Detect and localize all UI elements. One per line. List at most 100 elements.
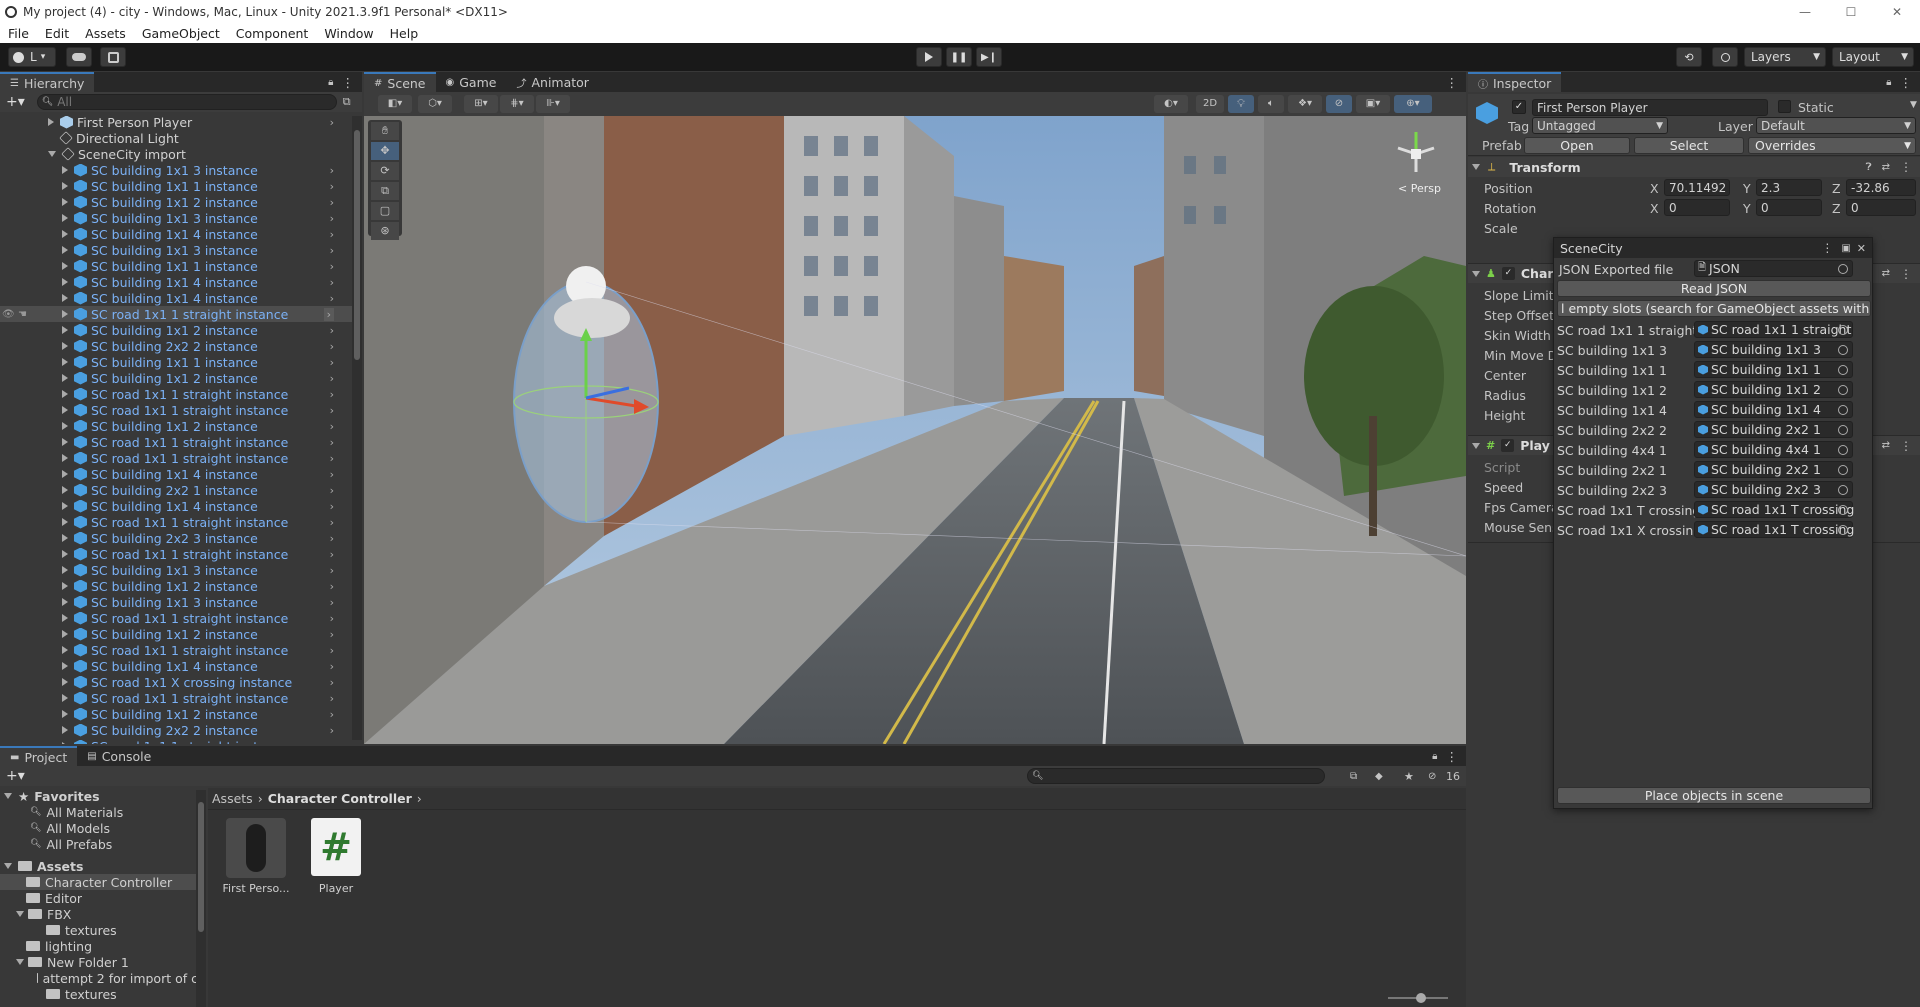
- mapping-object-field[interactable]: SC building 1x1 4: [1694, 401, 1853, 418]
- collab-button[interactable]: [100, 47, 126, 67]
- chevron-right-icon[interactable]: ›: [330, 452, 334, 465]
- chevron-right-icon[interactable]: ›: [330, 580, 334, 593]
- foldout-icon[interactable]: [62, 246, 68, 254]
- foldout-icon[interactable]: [62, 710, 68, 718]
- hand-tool-button[interactable]: ✋︎: [371, 122, 399, 140]
- chevron-right-icon[interactable]: ›: [330, 532, 334, 545]
- enabled-checkbox[interactable]: ✓: [1501, 267, 1515, 280]
- search-button[interactable]: [1712, 47, 1738, 67]
- object-picker-icon[interactable]: [1838, 263, 1848, 274]
- search-by-type-icon[interactable]: ⧉: [1350, 771, 1357, 782]
- hierarchy-item[interactable]: SC road 1x1 1 straight instance ›: [0, 610, 352, 626]
- hierarchy-item[interactable]: SC road 1x1 1 straight instance ›: [0, 738, 352, 744]
- hierarchy-item[interactable]: SC road 1x1 1 straight instance ›: [0, 386, 352, 402]
- hierarchy-item[interactable]: SC building 1x1 3 instance ›: [0, 594, 352, 610]
- mapping-object-field[interactable]: SC building 4x4 1: [1694, 441, 1853, 458]
- hierarchy-item[interactable]: SC building 1x1 2 instance ›: [0, 578, 352, 594]
- asset-folder-row[interactable]: textures: [0, 922, 198, 938]
- chevron-right-icon[interactable]: ›: [330, 276, 334, 289]
- hierarchy-item[interactable]: SC building 1x1 4 instance ›: [0, 498, 352, 514]
- hierarchy-item[interactable]: SceneCity import: [0, 146, 352, 162]
- hierarchy-item[interactable]: SC building 1x1 3 instance ›: [0, 242, 352, 258]
- object-picker-icon[interactable]: [1838, 364, 1848, 375]
- fill-empty-slots-button[interactable]: l empty slots (search for GameObject ass…: [1557, 300, 1871, 317]
- object-picker-icon[interactable]: [1838, 484, 1848, 495]
- help-icon[interactable]: ❓︎: [1866, 162, 1872, 173]
- chevron-right-icon[interactable]: ›: [330, 740, 334, 745]
- hierarchy-item[interactable]: SC building 1x1 3 instance ›: [0, 210, 352, 226]
- lighting-toggle[interactable]: 💡︎: [1228, 95, 1254, 113]
- foldout-icon[interactable]: [62, 614, 68, 622]
- read-json-button[interactable]: Read JSON: [1557, 280, 1871, 297]
- chevron-right-icon[interactable]: ›: [330, 468, 334, 481]
- mapping-object-field[interactable]: SC building 2x2 1: [1694, 461, 1853, 478]
- mapping-object-field[interactable]: SC building 1x1 1: [1694, 361, 1853, 378]
- chevron-right-icon[interactable]: ›: [330, 180, 334, 193]
- hierarchy-item[interactable]: SC road 1x1 1 straight instance ›: [0, 514, 352, 530]
- mapping-object-field[interactable]: SC road 1x1 T crossing: [1694, 521, 1854, 538]
- favorites-item[interactable]: 🔍︎ All Materials: [0, 804, 198, 820]
- object-picker-icon[interactable]: [1838, 444, 1848, 455]
- foldout-icon[interactable]: [62, 374, 68, 382]
- object-picker-icon[interactable]: [1838, 464, 1848, 475]
- foldout-icon[interactable]: [62, 646, 68, 654]
- chevron-right-icon[interactable]: ›: [330, 548, 334, 561]
- rotate-tool-button[interactable]: ⟳: [371, 162, 399, 180]
- hierarchy-item[interactable]: SC building 1x1 1 instance ›: [0, 354, 352, 370]
- hierarchy-item[interactable]: SC building 1x1 2 instance ›: [0, 370, 352, 386]
- maximize-icon[interactable]: ▣: [1841, 243, 1850, 254]
- favorites-item[interactable]: 🔍︎ All Prefabs: [0, 836, 198, 852]
- favorite-icon[interactable]: ★: [1404, 770, 1414, 783]
- foldout-icon[interactable]: [62, 502, 68, 510]
- foldout-icon[interactable]: [62, 678, 68, 686]
- asset-folder-row[interactable]: lighting: [0, 938, 198, 954]
- favorites-row[interactable]: ★ Favorites: [0, 788, 198, 804]
- chevron-right-icon[interactable]: ›: [330, 692, 334, 705]
- foldout-icon[interactable]: [62, 726, 68, 734]
- visibility-icon[interactable]: 👁︎: [2, 309, 15, 320]
- camera-dropdown[interactable]: ▣▾: [1356, 95, 1390, 113]
- hierarchy-item[interactable]: SC building 2x2 2 instance ›: [0, 722, 352, 738]
- hierarchy-item[interactable]: SC building 1x1 3 instance ›: [0, 162, 352, 178]
- grid-dropdown[interactable]: ⋕▾: [500, 95, 534, 113]
- object-picker-icon[interactable]: [1838, 504, 1848, 515]
- object-picker-icon[interactable]: [1838, 324, 1848, 335]
- more-options-icon[interactable]: ⋮: [1900, 160, 1912, 174]
- foldout-icon[interactable]: [62, 342, 68, 350]
- hierarchy-item[interactable]: SC building 2x2 1 instance ›: [0, 482, 352, 498]
- presets-icon[interactable]: ⇄: [1882, 268, 1890, 279]
- asset-first-person[interactable]: First Perso...: [220, 818, 292, 895]
- tab-console[interactable]: ▤ Console: [77, 746, 161, 766]
- more-options-icon[interactable]: ⋮: [1446, 75, 1459, 90]
- foldout-icon[interactable]: [62, 198, 68, 206]
- add-button[interactable]: +▾: [6, 768, 25, 784]
- asset-folder-row[interactable]: textures: [0, 986, 198, 1002]
- hierarchy-search[interactable]: 🔍︎ All: [36, 94, 337, 110]
- hierarchy-item[interactable]: SC building 1x1 2 instance ›: [0, 706, 352, 722]
- increment-dropdown[interactable]: ⊪▾: [536, 95, 570, 113]
- pos-z-field[interactable]: -32.86: [1846, 179, 1916, 196]
- chevron-right-icon[interactable]: ›: [330, 500, 334, 513]
- transform-header[interactable]: ⟂ Transform ❓︎ ⇄ ⋮: [1468, 157, 1920, 177]
- scrollbar-thumb[interactable]: [198, 802, 204, 932]
- chevron-right-icon[interactable]: ›: [330, 676, 334, 689]
- foldout-icon[interactable]: [62, 582, 68, 590]
- static-checkbox[interactable]: [1778, 100, 1791, 113]
- chevron-right-icon[interactable]: ›: [330, 164, 334, 177]
- close-icon[interactable]: ✕: [1857, 242, 1866, 255]
- chevron-right-icon[interactable]: ›: [330, 420, 334, 433]
- mapping-object-field[interactable]: SC road 1x1 T crossing: [1694, 501, 1854, 518]
- breadcrumb-assets[interactable]: Assets: [212, 791, 253, 806]
- tab-game[interactable]: ◉ Game: [436, 72, 507, 92]
- more-options-icon[interactable]: ⋮: [1900, 439, 1912, 453]
- foldout-icon[interactable]: [48, 151, 56, 157]
- lock-icon[interactable]: 🔒︎: [328, 77, 333, 88]
- more-options-icon[interactable]: ⋮: [342, 75, 355, 90]
- object-name-field[interactable]: First Person Player: [1532, 99, 1768, 116]
- zoom-slider[interactable]: [1388, 993, 1448, 1003]
- rot-z-field[interactable]: 0: [1846, 199, 1916, 216]
- foldout-icon[interactable]: [62, 694, 68, 702]
- cloud-button[interactable]: [66, 47, 92, 67]
- foldout-icon[interactable]: [62, 422, 68, 430]
- breadcrumb-character-controller[interactable]: Character Controller: [268, 791, 412, 806]
